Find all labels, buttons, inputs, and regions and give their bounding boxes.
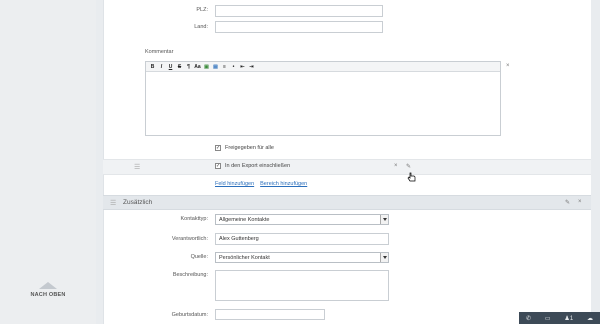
paragraph-button[interactable]: ¶ <box>185 63 192 71</box>
user-count-badge: 1 <box>569 315 574 322</box>
comment-label: Kommentar <box>145 49 174 55</box>
export-remove-icon[interactable]: × <box>394 163 398 169</box>
back-to-top-label: NACH OBEN <box>30 292 66 298</box>
contact-type-select[interactable]: Allgemeine Kontakte <box>215 214 389 225</box>
strike-button[interactable]: S <box>176 63 183 71</box>
ordered-list-button[interactable]: ≡ <box>221 63 228 71</box>
hand-cursor-icon <box>407 172 416 182</box>
source-value: Persönlicher Kontakt <box>219 255 270 261</box>
edit-pencil-icon[interactable]: ✎ <box>565 199 570 206</box>
bold-button[interactable]: B <box>149 63 156 71</box>
responsible-label: Verantwortlich: <box>171 236 208 242</box>
plz-label: PLZ: <box>196 7 208 13</box>
comment-remove-icon[interactable]: × <box>506 63 510 69</box>
responsible-input[interactable]: Alex Guttenberg <box>215 233 389 245</box>
chat-icon[interactable]: ▭ <box>545 315 551 322</box>
birthdate-input[interactable] <box>215 309 325 320</box>
font-button[interactable]: Aa <box>194 63 201 71</box>
drag-handle-icon[interactable]: ☰ <box>134 163 140 171</box>
contact-type-value: Allgemeine Kontakte <box>219 217 270 223</box>
italic-button[interactable]: I <box>158 63 165 71</box>
section-title: Zusätzlich <box>123 199 153 206</box>
share-all-checkbox[interactable]: ✓ Freigegeben für alle <box>215 145 274 151</box>
add-field-link[interactable]: Feld hinzufügen <box>215 181 254 187</box>
description-textarea[interactable] <box>215 270 389 301</box>
export-checkbox[interactable]: ✓ In den Export einschließen <box>215 163 290 169</box>
birthdate-label: Geburtsdatum: <box>171 312 208 318</box>
chevron-down-icon <box>380 215 388 224</box>
drag-handle-icon[interactable]: ☰ <box>110 199 116 207</box>
export-row: ☰ <box>103 159 591 175</box>
underline-button[interactable]: U <box>167 63 174 71</box>
section-header: ☰ Zusätzlich ✎ × <box>103 195 591 210</box>
land-input[interactable] <box>215 21 383 33</box>
phone-icon[interactable]: ✆ <box>526 315 531 322</box>
left-sidebar: NACH OBEN <box>0 0 96 324</box>
back-to-top-button[interactable]: NACH OBEN <box>24 282 72 298</box>
bottom-taskbar: ✆ ▭ ♟1 ☁ <box>519 312 600 324</box>
section-remove-icon[interactable]: × <box>578 199 582 205</box>
table-button[interactable]: ▤ <box>212 63 219 71</box>
description-label: Beschreibung: <box>172 272 208 278</box>
cloud-icon[interactable]: ☁ <box>587 315 593 322</box>
outdent-button[interactable]: ⇤ <box>239 63 246 71</box>
export-label: In den Export einschließen <box>225 163 291 169</box>
land-label: Land: <box>194 24 208 30</box>
indent-button[interactable]: ⇥ <box>248 63 255 71</box>
share-all-label: Freigegeben für alle <box>225 145 274 151</box>
checkbox-checked-icon: ✓ <box>215 145 221 151</box>
bullet-list-button[interactable]: • <box>230 63 237 71</box>
contact-type-label: Kontakttyp: <box>180 216 208 222</box>
checkbox-checked-icon: ✓ <box>215 163 221 169</box>
user-icon[interactable]: ♟1 <box>564 315 573 322</box>
arrow-up-icon <box>39 282 57 289</box>
edit-pencil-icon[interactable]: ✎ <box>406 163 411 170</box>
add-links: Feld hinzufügen Bereich hinzufügen <box>215 181 307 187</box>
editor-toolbar: B I U S ¶ Aa ▣ ▤ ≡ • ⇤ ⇥ <box>146 62 500 72</box>
add-section-link[interactable]: Bereich hinzufügen <box>260 181 307 187</box>
plz-input[interactable] <box>215 5 383 17</box>
comment-editor[interactable]: B I U S ¶ Aa ▣ ▤ ≡ • ⇤ ⇥ <box>145 61 501 136</box>
source-select[interactable]: Persönlicher Kontakt <box>215 252 389 263</box>
source-label: Quelle: <box>190 254 208 260</box>
image-button[interactable]: ▣ <box>203 63 210 71</box>
chevron-down-icon <box>380 253 388 262</box>
